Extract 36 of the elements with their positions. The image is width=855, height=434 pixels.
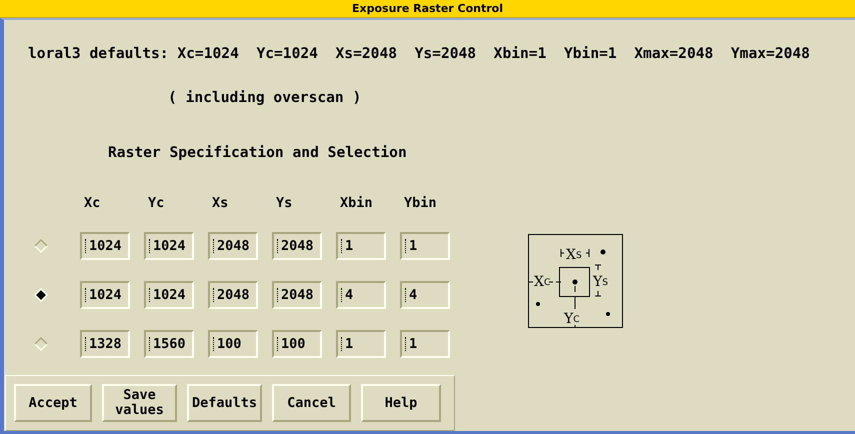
dialog-button[interactable]: Help [361, 384, 441, 422]
input-field[interactable]: 1024 [80, 281, 130, 309]
input-field[interactable]: 2048 [272, 232, 322, 260]
column-header: Xc [83, 195, 102, 211]
column-header: Yc [147, 195, 166, 211]
dialog-button[interactable]: Cancel [272, 384, 351, 422]
input-field[interactable]: 2048 [208, 281, 258, 309]
section-title: Raster Specification and Selection [107, 144, 408, 161]
window-title: Exposure Raster Control [0, 0, 855, 18]
input-field[interactable]: 100 [208, 330, 258, 358]
input-field[interactable]: 4 [336, 281, 386, 309]
input-field[interactable]: 1 [336, 232, 386, 260]
column-header: Ybin [403, 195, 438, 211]
radio-button[interactable] [34, 239, 48, 253]
input-field[interactable]: 2048 [272, 281, 322, 309]
input-field[interactable]: 1024 [144, 281, 194, 309]
radio-button[interactable] [34, 337, 48, 351]
input-field[interactable]: 1560 [144, 330, 194, 358]
dialog-button[interactable]: Defaults [187, 384, 262, 422]
input-field[interactable]: 1 [336, 330, 386, 358]
defaults-text: loral3 defaults: Xc=1024 Yc=1024 Xs=2048 Ys=2048 Xbin=1 Ybin=1 Xmax=2048 Ymax=2048 [27, 45, 811, 62]
input-field[interactable]: 2048 [208, 232, 258, 260]
input-field[interactable]: 1024 [80, 232, 130, 260]
column-header: Ys [275, 195, 294, 211]
input-field[interactable]: 1328 [80, 330, 130, 358]
column-header: Xbin [339, 195, 374, 211]
dialog-button[interactable]: Accept [14, 384, 92, 422]
radio-button[interactable] [34, 288, 48, 302]
input-field[interactable]: 100 [272, 330, 322, 358]
dialog-button[interactable]: Save values [102, 384, 177, 422]
input-field[interactable]: 4 [400, 281, 450, 309]
column-header: Xs [211, 195, 230, 211]
input-field[interactable]: 1024 [144, 232, 194, 260]
input-field[interactable]: 1 [400, 330, 450, 358]
note-text: ( including overscan ) [167, 89, 362, 106]
input-field[interactable]: 1 [400, 232, 450, 260]
